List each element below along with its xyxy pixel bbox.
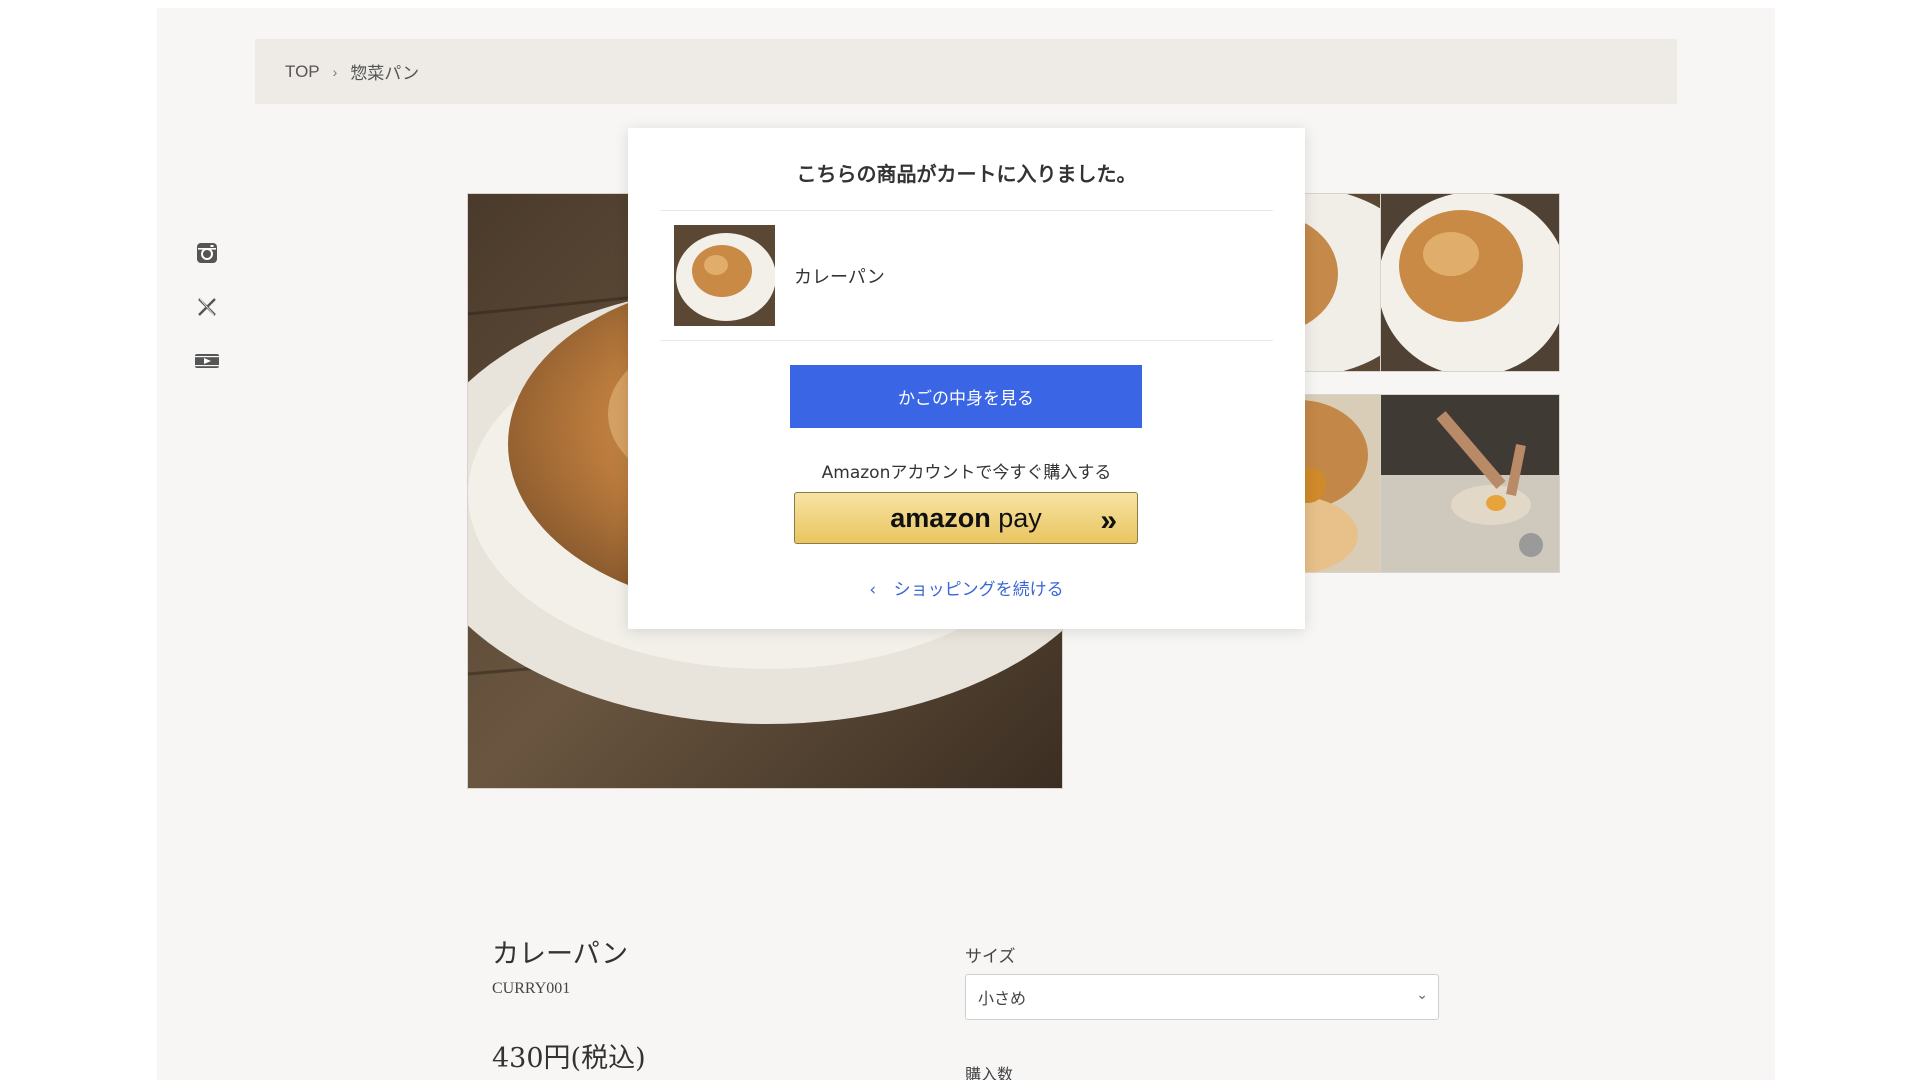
cart-added-modal: こちらの商品がカートに入りました。 カレーパン かごの中身を見る Amazonア…: [628, 128, 1305, 629]
social-links: [194, 240, 224, 402]
amazon-pay-logo: amazon pay: [890, 502, 1042, 533]
instagram-icon[interactable]: [194, 240, 220, 266]
product-price: 430円(税込): [492, 1043, 646, 1074]
modal-title: こちらの商品がカートに入りました。: [796, 162, 1137, 186]
product-thumbnail-3[interactable]: [1380, 193, 1560, 372]
amazon-pay-button[interactable]: amazon pay »: [794, 492, 1138, 544]
amazon-pay-text: Amazonアカウントで今すぐ購入する: [821, 463, 1112, 483]
breadcrumb-current-category[interactable]: 惣菜パン: [350, 59, 419, 84]
modal-item-thumbnail: [674, 225, 775, 326]
product-name: カレーパン: [492, 939, 629, 970]
double-chevron-right-icon: »: [1100, 504, 1117, 537]
modal-item-name: カレーパン: [794, 267, 885, 288]
size-label: サイズ: [965, 947, 1016, 967]
modal-cart-item: カレーパン: [660, 210, 1273, 341]
breadcrumb-home-link[interactable]: TOP: [285, 62, 320, 82]
youtube-icon[interactable]: [194, 348, 220, 374]
continue-shopping-link[interactable]: ‹ ショッピングを続ける: [628, 575, 1305, 600]
continue-shopping-label: ショッピングを続ける: [893, 580, 1064, 600]
size-select-value: 小さめ: [978, 989, 1027, 1008]
breadcrumb-separator: ›: [332, 63, 338, 80]
x-icon[interactable]: [194, 294, 220, 320]
chevron-left-icon: ‹: [869, 580, 877, 600]
breadcrumb: TOP › 惣菜パン: [255, 39, 1677, 104]
quantity-label: 購入数: [965, 1065, 1014, 1080]
product-code: CURRY001: [492, 980, 571, 997]
chevron-down-icon: ⌄: [1416, 987, 1428, 1003]
product-thumbnail-4[interactable]: [1380, 394, 1560, 573]
size-select[interactable]: 小さめ ⌄: [965, 974, 1439, 1020]
view-cart-button[interactable]: かごの中身を見る: [790, 365, 1142, 428]
